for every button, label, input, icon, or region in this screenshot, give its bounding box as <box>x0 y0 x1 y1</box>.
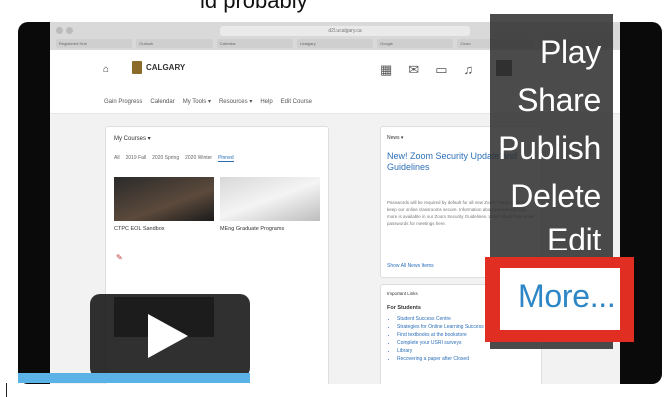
news-link: Show All News Items <box>387 263 434 269</box>
more-label[interactable]: More... <box>518 278 616 315</box>
nav-item: Gain Progress <box>104 98 143 105</box>
browser-tab: Calendar <box>216 39 293 48</box>
list-item: Complete your USRI surveys <box>397 339 484 347</box>
address-bar: d2l.ucalgary.ca <box>220 26 470 36</box>
links-title: Important Links <box>387 291 418 296</box>
course-label: MEng Graduate Programs <box>220 226 285 232</box>
university-logo: CALGARY <box>132 61 185 74</box>
nav-item: My Tools ▾ <box>182 99 211 105</box>
crest-icon <box>132 61 142 74</box>
pin-icon: ✎ <box>116 253 123 262</box>
browser-tab: Google <box>377 39 454 48</box>
window-close-icon <box>56 27 63 34</box>
menu-item-edit[interactable]: Edit <box>547 222 601 250</box>
text-cursor <box>6 383 7 397</box>
menu-item-publish[interactable]: Publish <box>498 130 601 167</box>
menu-item-share[interactable]: Share <box>517 82 601 119</box>
window-minimize-icon <box>66 27 73 34</box>
list-item: Student Success Centre <box>397 315 484 323</box>
play-button[interactable] <box>90 294 250 378</box>
browser-tab: Ucalgary <box>296 39 374 48</box>
list-item: Strategies for Online Learning Success <box>397 323 484 331</box>
list-item: Find textbooks at the bookstore <box>397 331 484 339</box>
course-label: CTPC EOL Sandbox <box>114 226 165 232</box>
course-tile: CTPC EOL Sandbox <box>114 177 214 232</box>
caption-text: ld probably <box>200 0 308 13</box>
nav-item: Resources ▾ <box>218 99 253 105</box>
menu-item-delete[interactable]: Delete <box>510 178 601 215</box>
news-title: News ▾ <box>387 135 404 141</box>
course-image <box>114 177 214 221</box>
logo-text: CALGARY <box>146 63 186 72</box>
links-list: Student Success Centre Strategies for On… <box>389 315 484 363</box>
filter-tab: 2020 Winter <box>185 155 213 161</box>
video-progress-bar[interactable] <box>18 373 250 383</box>
nav-item: Help <box>260 98 273 105</box>
filter-tab-active: Pinned <box>218 155 234 162</box>
links-subtitle: For Students <box>387 305 421 311</box>
header-icons: ▦ ✉ ▭ ♫ <box>380 62 473 78</box>
play-icon <box>148 314 188 358</box>
filter-tab: All <box>114 155 120 161</box>
course-filters: All 2019 Fall 2020 Spring 2020 Winter Pi… <box>114 155 234 162</box>
menu-item-play[interactable]: Play <box>540 34 601 71</box>
home-icon: ⌂ <box>103 64 110 75</box>
course-tile: MEng Graduate Programs <box>220 177 320 232</box>
chat-icon: ▭ <box>435 62 448 77</box>
mail-icon: ✉ <box>408 62 420 77</box>
list-item: Recovering a paper after Closed <box>397 355 484 363</box>
course-image <box>220 177 320 221</box>
nav-item: Calendar <box>150 98 175 105</box>
browser-tab: Registered Hub <box>56 39 133 48</box>
grid-icon: ▦ <box>380 62 393 77</box>
list-item: Library <box>397 347 484 355</box>
filter-tab: 2020 Spring <box>152 155 180 161</box>
courses-title: My Courses ▾ <box>114 136 151 142</box>
bell-icon: ♫ <box>463 62 474 77</box>
filter-tab: 2019 Fall <box>125 155 147 161</box>
browser-tab: Outlook <box>136 39 213 48</box>
nav-item: Edit Course <box>280 98 313 105</box>
